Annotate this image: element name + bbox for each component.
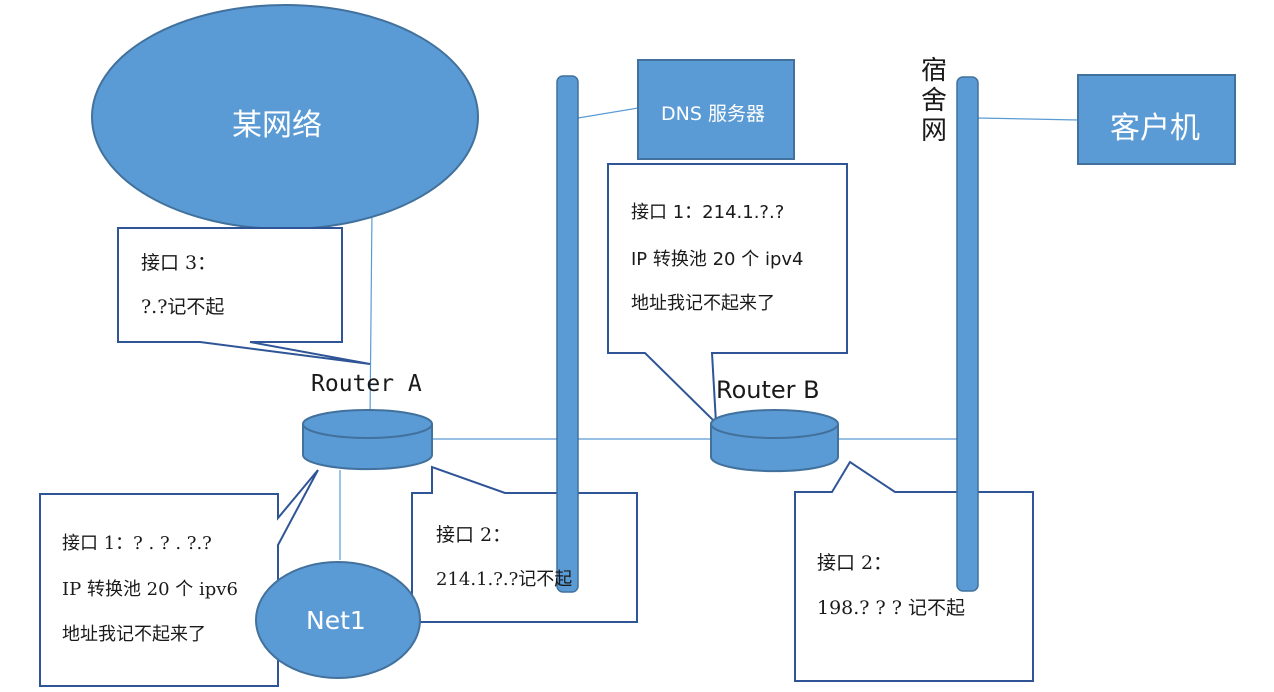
b-interface2-line1: 接口 2：	[817, 552, 893, 574]
dns-server-label: DNS 服务器	[661, 103, 765, 125]
a-interface3-line2: ?.?记不起	[141, 296, 225, 318]
a-interface1-line3: 地址我记不起来了	[62, 624, 206, 645]
dorm-network-bus	[956, 76, 979, 592]
b-interface1-line1: 接口 1：214.1.?.?	[631, 202, 785, 223]
link-bus-dns	[577, 107, 639, 119]
a-interface2-line1: 接口 2：	[436, 524, 512, 546]
a-interface1-line1: 接口 1：? . ? . ?.?	[62, 533, 212, 554]
b-interface1-line2: IP 转换池 20 个 ipv4	[631, 249, 804, 270]
net1-label: Net1	[306, 606, 366, 635]
a-interface3-line1: 接口 3：	[141, 252, 217, 274]
router-a-icon	[302, 409, 433, 471]
cloud-label: 某网络	[232, 108, 322, 143]
router-b-icon	[710, 409, 839, 473]
b-interface2-line2: 198.? ? ? 记不起	[817, 597, 965, 619]
router-a-label: Router A	[311, 371, 422, 397]
client-label: 客户机	[1110, 111, 1200, 146]
a-interface1-line2: IP 转换池 20 个 ipv6	[62, 579, 238, 600]
a-interface2-line2: 214.1.?.?记不起	[436, 569, 573, 590]
dorm-network-label: 宿舍网	[921, 56, 948, 146]
b-interface1-line3: 地址我记不起来了	[631, 293, 775, 314]
backbone-bus	[556, 75, 579, 593]
router-b-label: Router B	[716, 376, 820, 404]
link-dorm-client	[977, 117, 1079, 121]
